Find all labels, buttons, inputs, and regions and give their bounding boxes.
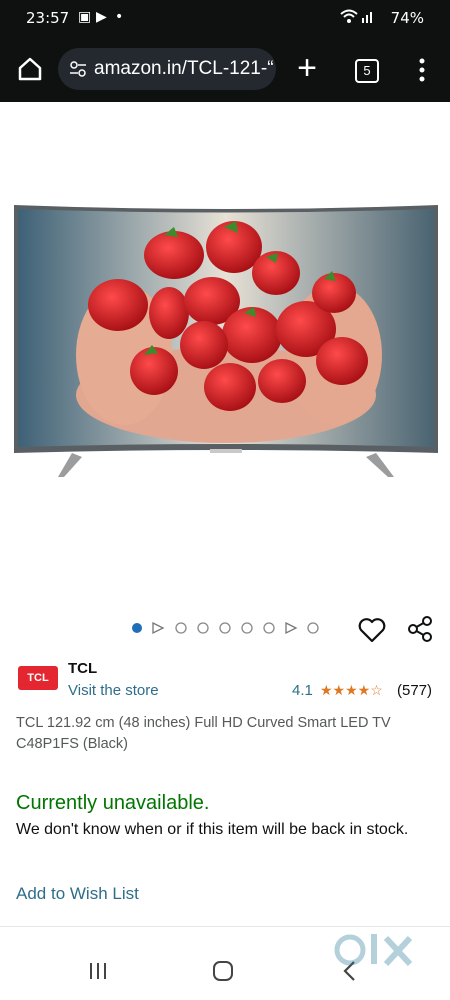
rating-value[interactable]: 4.1 (292, 682, 313, 699)
status-time: 23:57 (26, 9, 70, 27)
brand-name: TCL (68, 660, 98, 677)
signal-icon (361, 9, 375, 27)
home-button-icon[interactable] (212, 960, 234, 982)
status-bar: 23:57 ▣ ▶ • 74% (0, 0, 450, 36)
brand-logo[interactable]: TCL (18, 666, 58, 690)
image-carousel-indicator[interactable] (130, 621, 330, 635)
availability-description: We don't know when or if this item will … (16, 821, 409, 838)
share-icon[interactable] (406, 615, 434, 643)
more-options-icon[interactable] (412, 56, 432, 84)
add-to-wish-list-link[interactable]: Add to Wish List (16, 884, 139, 904)
tab-switcher-button[interactable]: 5 (355, 59, 379, 83)
home-icon[interactable] (16, 55, 44, 83)
notification-dot-icon: • (115, 9, 124, 25)
browser-chrome: 23:57 ▣ ▶ • 74% amazon.in/TCL-121-“ + 5 (0, 0, 450, 102)
url-text[interactable]: amazon.in/TCL-121-“ (94, 58, 274, 80)
new-tab-button[interactable]: + (292, 51, 322, 85)
star-rating-icon[interactable]: ★★★★☆ (320, 682, 383, 699)
wifi-icon (340, 9, 358, 27)
olx-watermark (332, 930, 422, 976)
review-count[interactable]: (577) (397, 682, 432, 699)
visit-store-link[interactable]: Visit the store (68, 682, 159, 699)
address-bar[interactable]: amazon.in/TCL-121-“ (58, 48, 276, 90)
youtube-notification-icon: ▶ (96, 9, 107, 25)
divider (0, 926, 450, 927)
photo-notification-icon: ▣ (78, 9, 92, 25)
product-image[interactable] (14, 205, 438, 480)
battery-percent: 74% (390, 9, 424, 27)
availability-status: Currently unavailable. (16, 792, 210, 814)
product-title: TCL 121.92 cm (48 inches) Full HD Curved… (16, 715, 391, 752)
heart-icon[interactable] (358, 617, 386, 643)
recent-apps-icon[interactable] (88, 962, 108, 980)
site-settings-icon[interactable] (70, 59, 86, 79)
